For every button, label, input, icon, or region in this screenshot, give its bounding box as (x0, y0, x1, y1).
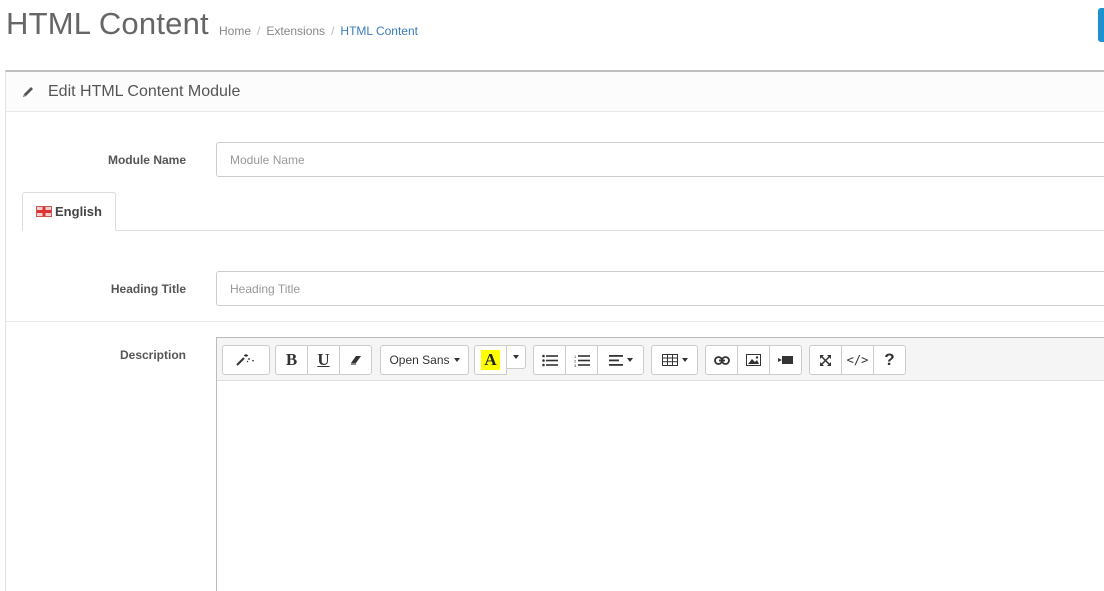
uk-flag-icon (36, 206, 53, 217)
link-icon[interactable] (705, 345, 738, 375)
chevron-down-icon (513, 355, 519, 359)
breadcrumb-separator: / (257, 24, 261, 38)
bold-glyph: B (285, 350, 298, 369)
chevron-down-icon (453, 358, 460, 362)
save-button[interactable] (1098, 8, 1104, 42)
panel-heading: Edit HTML Content Module (6, 72, 1104, 112)
ordered-list-icon[interactable]: 123 (565, 345, 598, 375)
chevron-down-icon (626, 358, 633, 362)
unordered-list-icon[interactable] (533, 345, 566, 375)
breadcrumb-home[interactable]: Home (219, 24, 251, 38)
align-icon[interactable] (597, 345, 644, 375)
heading-title-input[interactable]: Heading Title (216, 271, 1104, 306)
tab-english[interactable]: English (22, 192, 116, 231)
editor-toolbar: B U Open Sans A 123 </> ? (217, 338, 1104, 381)
fullscreen-icon[interactable] (809, 345, 842, 375)
breadcrumb-extensions[interactable]: Extensions (266, 24, 325, 38)
pencil-icon (20, 84, 36, 100)
panel-title: Edit HTML Content Module (48, 82, 241, 100)
breadcrumb: Home / Extensions / HTML Content (219, 24, 418, 38)
picture-icon[interactable] (737, 345, 770, 375)
section-divider (6, 321, 1104, 322)
tabs-divider (22, 230, 1104, 231)
heading-title-label: Heading Title (110, 282, 186, 296)
editor-content-area[interactable] (217, 381, 1104, 591)
breadcrumb-separator: / (331, 24, 335, 38)
color-dropdown-icon[interactable] (506, 345, 526, 369)
description-label: Description (119, 348, 186, 362)
bold-icon[interactable]: B (275, 345, 308, 375)
edit-panel: Edit HTML Content Module Module Name Mod… (5, 70, 1104, 591)
svg-text:3: 3 (574, 363, 577, 367)
page-title: HTML Content (6, 6, 209, 41)
text-color-icon[interactable]: A (474, 345, 507, 375)
text-color-glyph: A (481, 350, 500, 370)
rich-text-editor: B U Open Sans A 123 </> ? (216, 337, 1104, 591)
font-name-label: Open Sans (389, 353, 450, 367)
code-view-icon[interactable]: </> (841, 345, 874, 375)
tab-english-label: English (55, 204, 102, 219)
table-icon[interactable] (651, 345, 698, 375)
underline-icon[interactable]: U (307, 345, 340, 375)
video-icon[interactable] (769, 345, 802, 375)
breadcrumb-current[interactable]: HTML Content (340, 24, 418, 38)
code-glyph: </> (846, 353, 869, 367)
module-name-input[interactable]: Module Name (216, 142, 1104, 177)
magic-wand-icon[interactable] (222, 345, 270, 375)
module-name-label: Module Name (107, 153, 186, 167)
eraser-icon[interactable] (339, 345, 372, 375)
font-name-dropdown[interactable]: Open Sans (380, 345, 469, 375)
help-glyph: ? (884, 350, 895, 369)
help-icon[interactable]: ? (873, 345, 906, 375)
underline-glyph: U (317, 350, 330, 369)
chevron-down-icon (681, 358, 688, 362)
